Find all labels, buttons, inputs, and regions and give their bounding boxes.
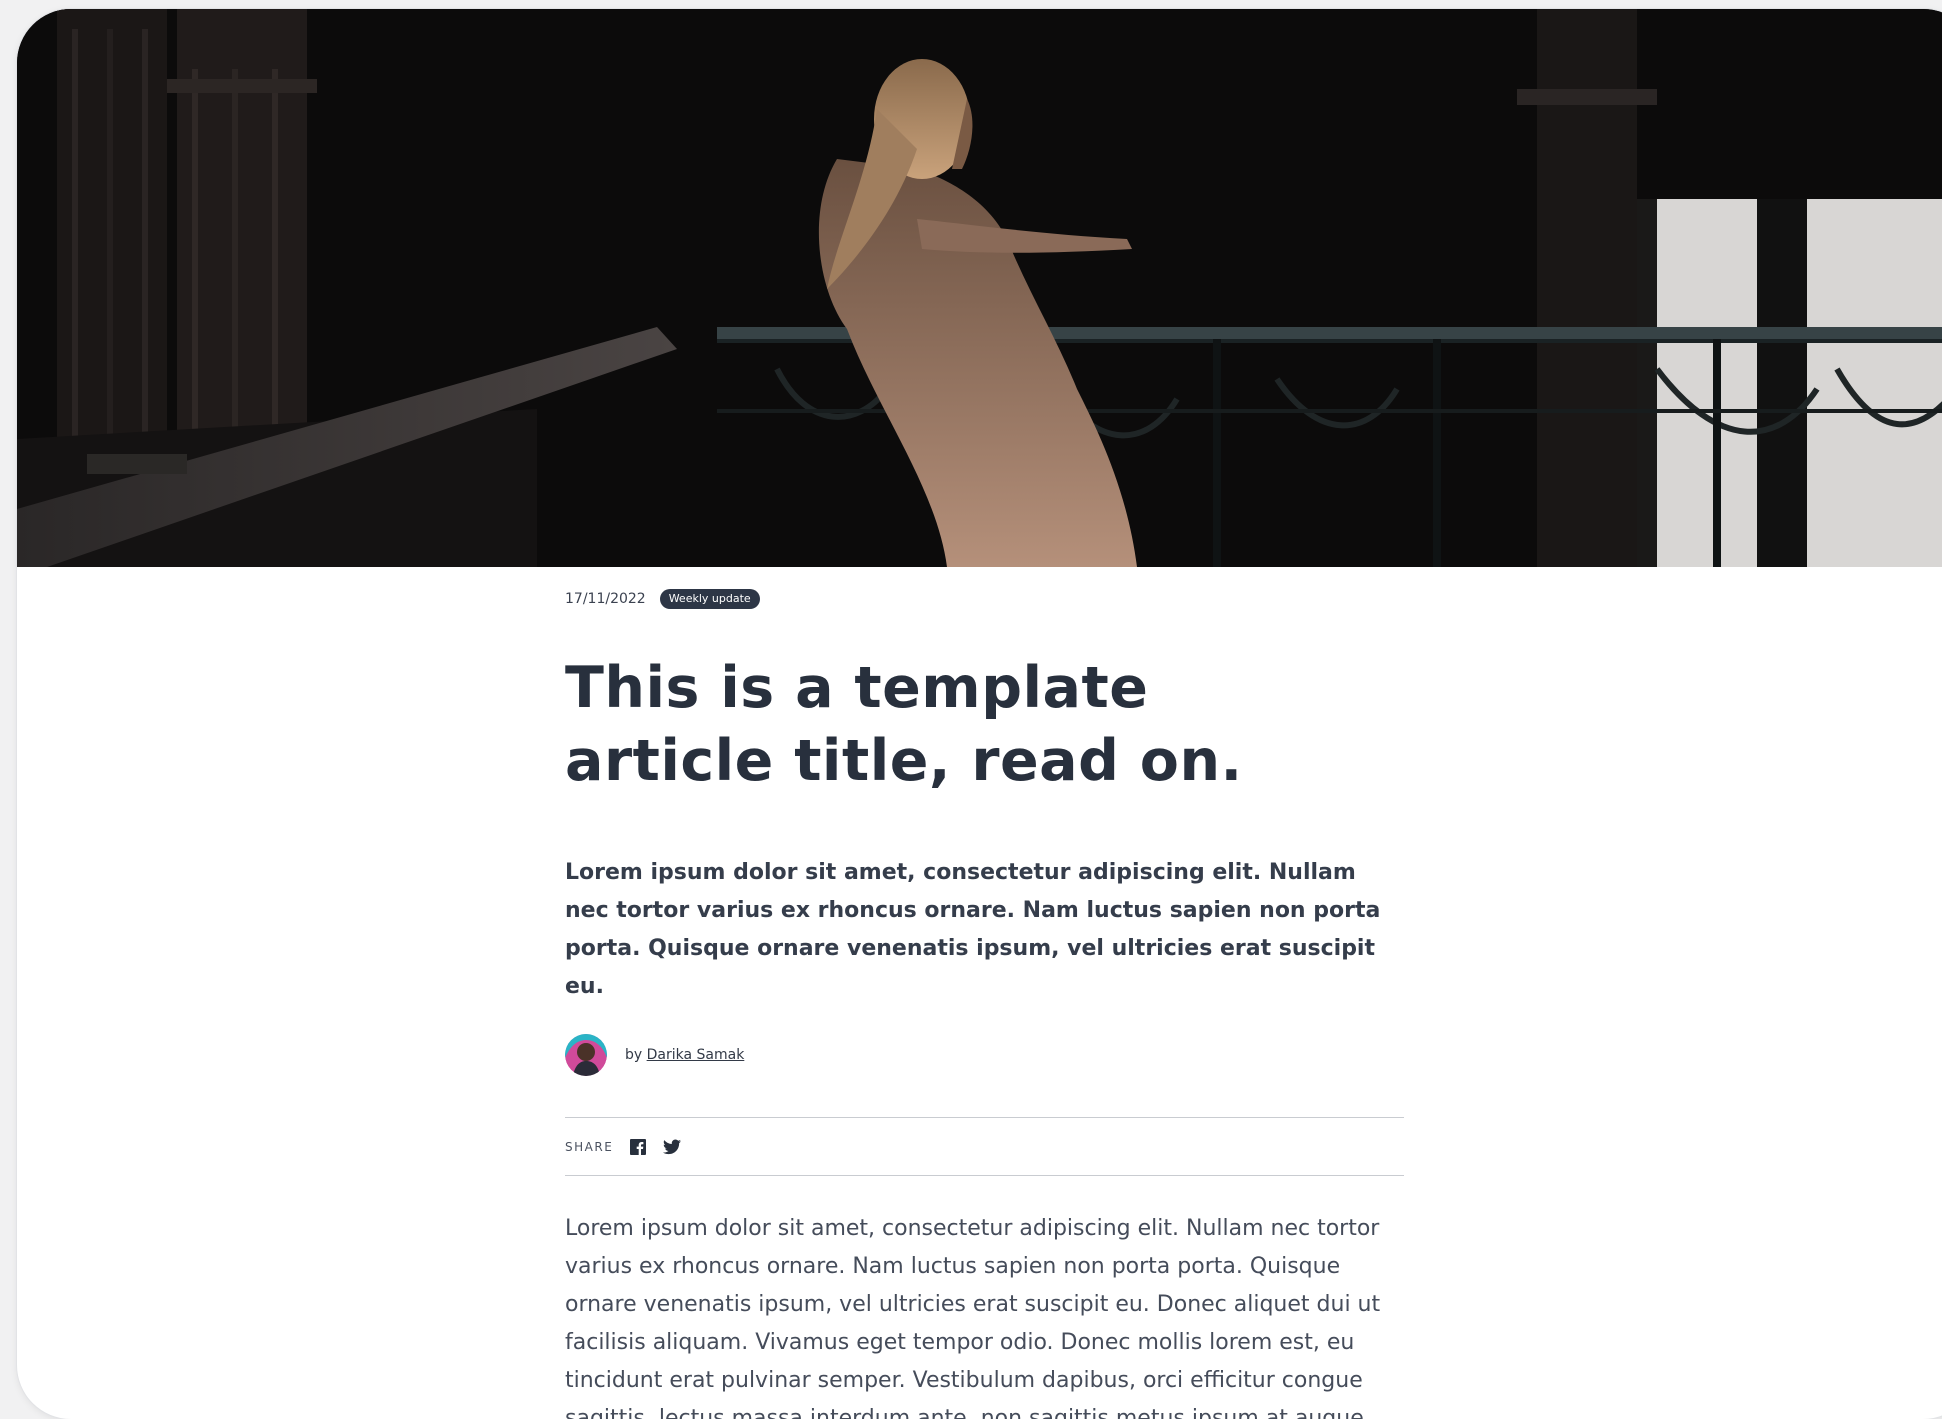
byline-prefix: by <box>625 1047 643 1063</box>
author-link[interactable]: Darika Samak <box>647 1047 745 1063</box>
article: 17/11/2022 Weekly update This is a templ… <box>565 587 1404 1419</box>
share-label: SHARE <box>565 1139 614 1154</box>
article-title: This is a template article title, read o… <box>565 655 1243 794</box>
browser-frame: 17/11/2022 Weekly update This is a templ… <box>17 9 1942 1419</box>
facebook-icon[interactable] <box>629 1138 647 1156</box>
hero-photo <box>17 9 1942 567</box>
byline: by Darika Samak <box>625 1047 744 1063</box>
twitter-icon[interactable] <box>663 1138 682 1156</box>
hero-image <box>17 9 1942 567</box>
avatar-image <box>565 1034 607 1076</box>
author-row: by Darika Samak <box>565 1034 1404 1076</box>
article-body: Lorem ipsum dolor sit amet, consectetur … <box>565 1216 1381 1419</box>
category-badge[interactable]: Weekly update <box>659 589 760 609</box>
share-bar: SHARE <box>565 1117 1404 1176</box>
article-lead: Lorem ipsum dolor sit amet, consectetur … <box>565 860 1381 999</box>
article-meta: 17/11/2022 Weekly update <box>565 587 1404 611</box>
article-date: 17/11/2022 <box>565 591 646 607</box>
author-avatar <box>565 1034 607 1076</box>
